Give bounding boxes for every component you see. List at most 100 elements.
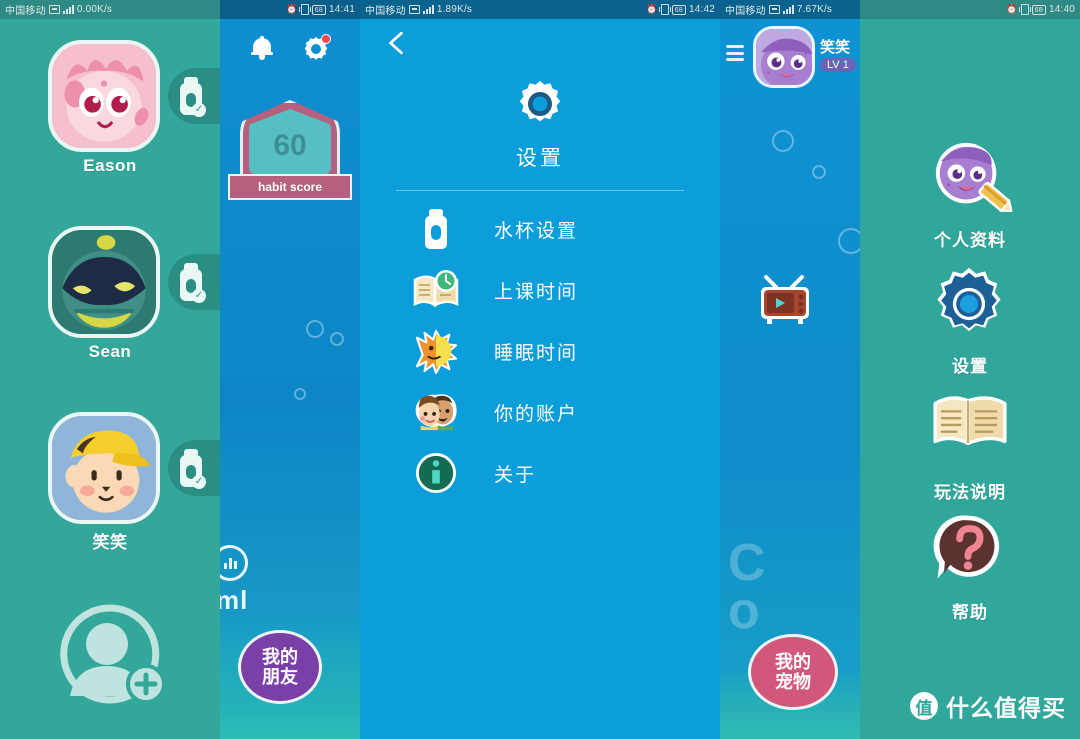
battery-icon: 68 bbox=[1031, 4, 1046, 15]
menu-item-instructions[interactable]: 玩法说明 bbox=[860, 392, 1080, 503]
bubble-decoration bbox=[306, 320, 324, 338]
gear-icon bbox=[931, 266, 1009, 344]
retro-tv-glyph bbox=[761, 275, 809, 324]
background-text: Co bbox=[728, 534, 766, 640]
pet-avatar[interactable] bbox=[753, 26, 815, 88]
bottle-status-badge[interactable]: ✓ bbox=[168, 254, 220, 310]
water-bottle-icon: ✓ bbox=[180, 77, 206, 117]
statusbar-speed: 1.89K/s bbox=[436, 4, 473, 15]
add-user-icon bbox=[60, 604, 166, 704]
bottle-status-badge[interactable]: ✓ bbox=[168, 68, 220, 124]
screenshot-collage: 中国移动 0.00K/s ✓ Eason ✓ Sean ✓ 笑笑 ⏰ 68 14… bbox=[0, 0, 1080, 739]
avatar[interactable] bbox=[48, 40, 160, 152]
stats-chart-icon[interactable] bbox=[220, 545, 248, 581]
my-friends-button[interactable]: 我的 朋友 bbox=[238, 630, 322, 704]
my-pet-button[interactable]: 我的 宠物 bbox=[748, 634, 838, 710]
bell-icon[interactable] bbox=[251, 36, 273, 60]
panel-habit-home: ⏰ 68 14:41 60 habit score ml 我的 朋友 bbox=[220, 0, 360, 739]
score-value: 60 bbox=[273, 128, 307, 162]
settings-item-class-time[interactable]: 上课时间 bbox=[360, 267, 720, 313]
volume-text-cut: ml bbox=[220, 585, 249, 615]
bubble-decoration bbox=[838, 228, 860, 254]
statusbar-speed: 7.67K/s bbox=[796, 4, 833, 15]
alarm-icon: ⏰ bbox=[646, 4, 658, 14]
avatar[interactable] bbox=[48, 412, 160, 524]
book-clock-glyph bbox=[413, 270, 459, 308]
pink-monster-avatar bbox=[52, 44, 156, 148]
menu-item-settings[interactable]: 设置 bbox=[860, 266, 1080, 377]
bubble-decoration bbox=[772, 130, 794, 152]
sim-icon bbox=[48, 5, 60, 14]
settings-item-about[interactable]: 关于 bbox=[360, 450, 720, 496]
open-book-glyph bbox=[933, 396, 1007, 446]
back-chevron-icon[interactable] bbox=[382, 28, 412, 58]
add-user-button[interactable] bbox=[50, 600, 170, 710]
water-bottle-icon bbox=[414, 207, 458, 251]
signal-icon bbox=[422, 5, 434, 14]
menu-item-help[interactable]: 帮助 bbox=[860, 512, 1080, 623]
score-caption: habit score bbox=[228, 174, 352, 200]
page-title: 设置 bbox=[516, 147, 564, 170]
settings-item-label: 睡眠时间 bbox=[494, 342, 579, 364]
hamburger-menu-icon[interactable] bbox=[726, 45, 744, 61]
two-faces-glyph bbox=[415, 394, 457, 431]
vibrate-icon bbox=[298, 4, 311, 15]
panel-settings: 中国移动 1.89K/s ⏰ 68 14:42 设置 水杯设置 上课时间 睡眠时… bbox=[360, 0, 720, 739]
list-item-label: Sean bbox=[88, 342, 132, 361]
settings-item-label: 关于 bbox=[494, 464, 537, 486]
statusbar-side-menu: ⏰ 68 14:40 bbox=[860, 0, 1080, 19]
vibrate-icon bbox=[1018, 4, 1031, 15]
bubble-decoration bbox=[812, 165, 826, 179]
profile-edit-icon bbox=[931, 140, 1013, 218]
book-clock-icon bbox=[413, 268, 459, 312]
two-faces-icon bbox=[414, 390, 458, 434]
statusbar-time: 14:40 bbox=[1048, 4, 1075, 15]
purple-monster-avatar bbox=[756, 29, 812, 85]
statusbar-speed: 0.00K/s bbox=[76, 4, 113, 15]
list-item-label: Eason bbox=[83, 156, 137, 175]
statusbar-pet-home: 中国移动 7.67K/s bbox=[720, 0, 860, 19]
habit-score-badge[interactable]: 60 habit score bbox=[228, 100, 352, 200]
list-item[interactable]: ✓ Eason bbox=[0, 32, 220, 182]
my-friends-button-label-2: 朋友 bbox=[262, 667, 298, 687]
list-item[interactable]: ✓ Sean bbox=[0, 218, 220, 368]
statusbar-carrier: 中国移动 bbox=[725, 6, 766, 17]
battery-icon: 68 bbox=[311, 4, 326, 15]
pet-name: 笑笑 bbox=[820, 39, 851, 56]
watermark-text: 什么值得买 bbox=[946, 695, 1066, 721]
statusbar-carrier: 中国移动 bbox=[365, 6, 406, 17]
water-bottle-icon: ✓ bbox=[180, 263, 206, 303]
settings-item-sleep-time[interactable]: 睡眠时间 bbox=[360, 328, 720, 375]
info-icon bbox=[414, 451, 458, 495]
notification-badge bbox=[321, 34, 331, 44]
menu-item-profile[interactable]: 个人资料 bbox=[860, 140, 1080, 251]
divider bbox=[396, 190, 684, 191]
alarm-icon: ⏰ bbox=[1006, 4, 1018, 14]
profile-edit-glyph bbox=[935, 142, 1013, 213]
gear-glyph bbox=[519, 81, 561, 122]
avatar[interactable] bbox=[48, 226, 160, 338]
sim-icon bbox=[408, 5, 420, 14]
menu-item-label: 玩法说明 bbox=[934, 483, 1006, 502]
settings-item-your-account[interactable]: 你的账户 bbox=[360, 389, 720, 435]
bottle-status-badge[interactable]: ✓ bbox=[168, 440, 220, 496]
statusbar-time: 14:41 bbox=[328, 4, 355, 15]
back-chevron-glyph bbox=[389, 31, 403, 55]
statusbar-time: 14:42 bbox=[688, 4, 715, 15]
settings-item-water-bottle[interactable]: 水杯设置 bbox=[360, 206, 720, 252]
teal-monster-avatar bbox=[52, 230, 156, 334]
sun-moon-icon bbox=[414, 329, 458, 375]
list-item[interactable]: ✓ 笑笑 bbox=[0, 404, 220, 554]
open-book-icon bbox=[931, 392, 1009, 470]
statusbar-friend-list: 中国移动 0.00K/s bbox=[0, 0, 220, 19]
gear-icon[interactable] bbox=[303, 34, 331, 62]
panel-friend-list: 中国移动 0.00K/s ✓ Eason ✓ Sean ✓ 笑笑 bbox=[0, 0, 220, 739]
signal-icon bbox=[62, 5, 74, 14]
sim-icon bbox=[768, 5, 780, 14]
menu-item-label: 设置 bbox=[952, 357, 988, 376]
retro-tv-icon[interactable] bbox=[756, 275, 814, 327]
my-pet-button-label-1: 我的 bbox=[775, 651, 811, 672]
bubble-decoration bbox=[294, 388, 306, 400]
vibrate-icon bbox=[658, 4, 671, 15]
statusbar-carrier: 中国移动 bbox=[5, 6, 46, 17]
